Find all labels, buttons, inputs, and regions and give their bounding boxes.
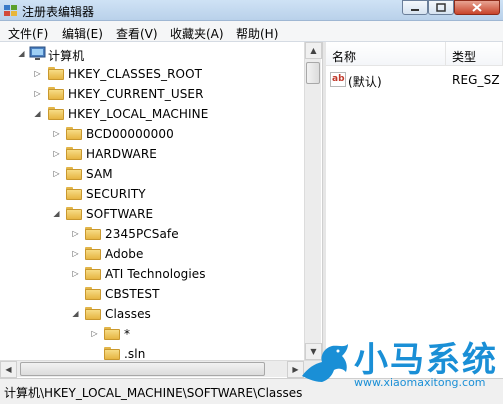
tree-node-software[interactable]: ◢ SOFTWARE: [0, 204, 304, 224]
minimize-button[interactable]: [402, 0, 428, 15]
title-bar[interactable]: 注册表编辑器: [0, 0, 503, 21]
maximize-icon: [436, 3, 446, 12]
tree-node-label: Classes: [105, 307, 151, 321]
registry-tree[interactable]: ◢ 计算机 ▷ HKEY_CLASSES_ROOT ▷ HKEY_CURRENT…: [0, 42, 322, 378]
folder-icon: [48, 67, 64, 80]
tree-node-security[interactable]: SECURITY: [0, 184, 304, 204]
tree-node-star[interactable]: ▷ *: [0, 324, 304, 344]
scroll-up-icon[interactable]: ▲: [305, 42, 322, 59]
tree-node-hklm[interactable]: ◢ HKEY_LOCAL_MACHINE: [0, 104, 304, 124]
collapse-arrow-icon[interactable]: ◢: [33, 109, 42, 118]
watermark-url: www.xiaomaxitong.com: [354, 376, 486, 389]
folder-icon: [85, 227, 101, 240]
value-name: (默认): [348, 75, 382, 89]
folder-icon: [85, 287, 101, 300]
folder-icon: [85, 267, 101, 280]
tree-node-label: HKEY_LOCAL_MACHINE: [68, 107, 209, 121]
tree-node-label: SOFTWARE: [86, 207, 154, 221]
tree-node-2345pcsafe[interactable]: ▷ 2345PCSafe: [0, 224, 304, 244]
menu-favorites[interactable]: 收藏夹(A): [170, 25, 224, 42]
folder-icon: [104, 327, 120, 340]
watermark-title: 小马系统: [354, 340, 498, 380]
tree-node-hkcu[interactable]: ▷ HKEY_CURRENT_USER: [0, 84, 304, 104]
tree-node-label: *: [124, 327, 131, 341]
expand-arrow-icon[interactable]: ▷: [71, 249, 80, 258]
tree-node-sam[interactable]: ▷ SAM: [0, 164, 304, 184]
close-icon: [472, 3, 482, 12]
folder-icon: [66, 127, 82, 140]
tree-node-bcd[interactable]: ▷ BCD00000000: [0, 124, 304, 144]
tree-node-label: 2345PCSafe: [105, 227, 179, 241]
close-button[interactable]: [454, 0, 500, 15]
tree-horizontal-scrollbar[interactable]: ◀ ▶: [0, 360, 322, 378]
tree-node-label: .sln: [124, 347, 146, 361]
tree-node-label: Adobe: [105, 247, 144, 261]
folder-icon: [66, 147, 82, 160]
regedit-icon: [4, 5, 17, 16]
status-path: 计算机\HKEY_LOCAL_MACHINE\SOFTWARE\Classes: [4, 386, 303, 400]
expand-arrow-icon[interactable]: ▷: [33, 69, 42, 78]
expand-arrow-icon[interactable]: ▷: [71, 269, 80, 278]
tree-node-label: SAM: [86, 167, 113, 181]
menu-bar: 文件(F) 编辑(E) 查看(V) 收藏夹(A) 帮助(H): [0, 21, 503, 42]
folder-open-icon: [66, 207, 82, 220]
collapse-arrow-icon[interactable]: ◢: [17, 49, 26, 58]
horse-logo-icon: [302, 344, 348, 382]
value-type: REG_SZ: [452, 73, 500, 87]
menu-edit[interactable]: 编辑(E): [62, 25, 103, 42]
column-header-name[interactable]: 名称: [326, 42, 446, 66]
tree-node-label: 计算机: [48, 49, 85, 63]
folder-open-icon: [85, 307, 101, 320]
minimize-icon: [411, 8, 419, 11]
tree-node-label: SECURITY: [86, 187, 146, 201]
folder-icon: [85, 247, 101, 260]
tree-node-ati[interactable]: ▷ ATI Technologies: [0, 264, 304, 284]
expand-arrow-icon[interactable]: ▷: [33, 89, 42, 98]
tree-node-adobe[interactable]: ▷ Adobe: [0, 244, 304, 264]
tree-node-hardware[interactable]: ▷ HARDWARE: [0, 144, 304, 164]
tree-node-label: BCD00000000: [86, 127, 174, 141]
watermark: 小马系统 www.xiaomaxitong.com: [296, 328, 503, 396]
folder-icon: [66, 187, 82, 200]
tree-node-hkcr[interactable]: ▷ HKEY_CLASSES_ROOT: [0, 64, 304, 84]
expand-arrow-icon[interactable]: ▷: [52, 129, 61, 138]
folder-icon: [48, 87, 64, 100]
tree-node-label: ATI Technologies: [105, 267, 206, 281]
expand-arrow-icon[interactable]: ▷: [90, 329, 99, 338]
column-header-type[interactable]: 类型: [446, 42, 503, 66]
maximize-button[interactable]: [428, 0, 454, 15]
scroll-thumb[interactable]: [20, 362, 265, 376]
window-title: 注册表编辑器: [22, 5, 95, 19]
folder-icon: [104, 347, 120, 360]
tree-node-label: HARDWARE: [86, 147, 157, 161]
expand-arrow-icon[interactable]: ▷: [71, 229, 80, 238]
tree-node-computer[interactable]: ◢ 计算机: [0, 44, 304, 64]
menu-help[interactable]: 帮助(H): [236, 25, 278, 42]
collapse-arrow-icon[interactable]: ◢: [52, 209, 61, 218]
tree-node-cbstest[interactable]: CBSTEST: [0, 284, 304, 304]
expand-arrow-icon[interactable]: ▷: [52, 149, 61, 158]
folder-open-icon: [48, 107, 64, 120]
expand-arrow-icon[interactable]: ▷: [52, 169, 61, 178]
menu-file[interactable]: 文件(F): [8, 25, 48, 42]
folder-icon: [66, 167, 82, 180]
scroll-left-icon[interactable]: ◀: [0, 361, 17, 378]
tree-node-label: HKEY_CURRENT_USER: [68, 87, 204, 101]
value-row[interactable]: ab (默认) REG_SZ: [326, 70, 503, 90]
string-value-icon: ab: [330, 72, 346, 87]
menu-view[interactable]: 查看(V): [116, 25, 158, 42]
collapse-arrow-icon[interactable]: ◢: [71, 309, 80, 318]
tree-vertical-scrollbar[interactable]: ▲ ▼: [304, 42, 322, 360]
computer-icon: [29, 46, 46, 60]
tree-node-classes[interactable]: ◢ Classes: [0, 304, 304, 324]
tree-node-label: CBSTEST: [105, 287, 160, 301]
scroll-thumb[interactable]: [306, 62, 320, 84]
tree-node-label: HKEY_CLASSES_ROOT: [68, 67, 203, 81]
